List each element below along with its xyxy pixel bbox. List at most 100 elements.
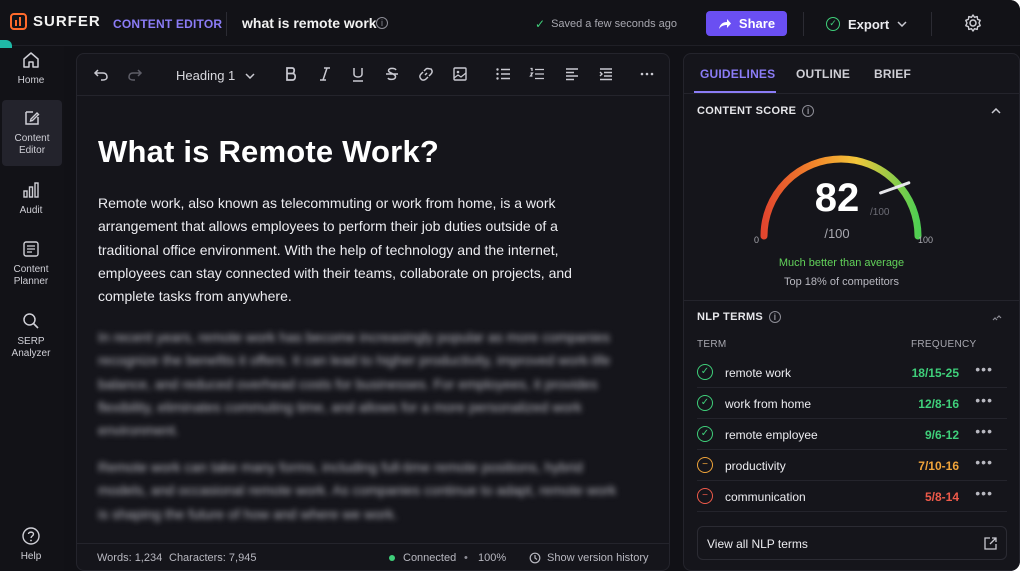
word-count: Words: 1,234 — [97, 552, 163, 564]
logo-text: SURFER — [33, 13, 101, 30]
divider — [803, 12, 804, 36]
share-button[interactable]: Share — [706, 11, 787, 36]
info-icon[interactable]: i — [769, 311, 782, 323]
nlp-term-name: remote employee — [725, 428, 818, 442]
view-all-label: View all NLP terms — [707, 537, 808, 551]
numbered-list-icon[interactable] — [529, 66, 545, 82]
nav-item-serp-analyzer[interactable]: SERP Analyzer — [0, 311, 62, 363]
more-icon[interactable]: ••• — [975, 361, 993, 377]
panel-tabs: GUIDELINES OUTLINE BRIEF — [684, 54, 1019, 94]
chevron-down-icon — [245, 72, 255, 79]
nav-label: Help — [20, 551, 42, 562]
external-link-icon — [984, 537, 997, 550]
info-icon[interactable]: i — [802, 105, 815, 117]
editor-status-bar: Words: 1,234 Characters: 7,945 Connected… — [77, 543, 669, 570]
gauge-min-label: 0 — [754, 235, 760, 245]
editor-toolbar: Heading 1 — [77, 54, 669, 96]
image-icon[interactable] — [452, 66, 468, 82]
column-header-term: TERM — [697, 339, 727, 350]
nlp-term-frequency: 5/8-14 — [924, 490, 959, 504]
surfer-logo[interactable]: SURFER — [10, 13, 101, 30]
version-history-label: Show version history — [547, 552, 649, 564]
view-all-nlp-terms-button[interactable]: View all NLP terms — [697, 526, 1007, 560]
more-icon[interactable]: ••• — [975, 485, 993, 501]
nlp-term-frequency: 7/10-16 — [918, 459, 959, 473]
version-history-link[interactable]: Show version history — [529, 552, 649, 564]
more-icon[interactable]: ••• — [975, 423, 993, 439]
nav-label: Content Planner — [13, 264, 49, 287]
divider — [931, 12, 932, 36]
nlp-term-row[interactable]: ✓ work from home 12/8-16 ••• — [697, 388, 1007, 419]
tab-brief[interactable]: BRIEF — [874, 67, 911, 81]
nav-label: Audit — [19, 205, 43, 216]
history-icon — [529, 552, 541, 564]
nav-item-help[interactable]: Help — [0, 526, 62, 566]
strikethrough-icon[interactable] — [384, 66, 400, 82]
link-icon[interactable] — [418, 66, 434, 82]
heading-select[interactable]: Heading 1 — [176, 68, 255, 83]
nav-item-content-planner[interactable]: Content Planner — [0, 239, 62, 291]
collapse-icon[interactable] — [992, 315, 1002, 321]
corner-accent — [0, 40, 12, 48]
check-circle-icon: ✓ — [826, 17, 840, 31]
paragraph-blurred[interactable]: Remote work can take many forms, includi… — [98, 456, 618, 526]
nav-label: Content Editor — [14, 133, 50, 156]
nlp-term-row[interactable]: − communication 5/8-14 ••• — [697, 481, 1007, 512]
nav-item-home[interactable]: Home — [0, 50, 62, 96]
top-bar: SURFER CONTENT EDITOR what is remote wor… — [0, 0, 1020, 46]
document-title[interactable]: what is remote work — [242, 15, 377, 31]
guidelines-panel: GUIDELINES OUTLINE BRIEF CONTENT SCORE i… — [683, 53, 1020, 571]
underline-icon[interactable] — [350, 66, 366, 82]
editor-panel: Heading 1 What is Remote Work? Remote wo… — [76, 53, 670, 571]
search-icon — [23, 313, 39, 329]
italic-icon[interactable] — [317, 66, 333, 82]
nlp-term-row[interactable]: ✓ remote employee 9/6-12 ••• — [697, 419, 1007, 450]
nav-item-audit[interactable]: Audit — [0, 180, 62, 220]
nlp-term-row[interactable]: − productivity 7/10-16 ••• — [697, 450, 1007, 481]
connection-label: Connected — [403, 552, 457, 564]
check-circle-icon: ✓ — [697, 364, 713, 380]
edit-icon — [25, 111, 40, 125]
heading-select-value: Heading 1 — [176, 68, 236, 83]
tab-guidelines[interactable]: GUIDELINES — [700, 67, 775, 81]
document-heading[interactable]: What is Remote Work? — [98, 134, 439, 170]
bold-icon[interactable] — [283, 66, 299, 82]
align-left-icon[interactable] — [564, 66, 580, 82]
separator-dot: • — [464, 552, 468, 564]
more-icon[interactable] — [639, 66, 655, 82]
bar-chart-icon — [23, 182, 39, 198]
content-score-title: CONTENT SCORE i — [697, 105, 815, 117]
score-denominator-ghost: /100 — [870, 207, 890, 218]
help-icon — [22, 527, 40, 545]
nlp-term-name: communication — [725, 490, 806, 504]
column-header-frequency: FREQUENCY — [911, 339, 977, 350]
save-status-text: Saved a few seconds ago — [551, 18, 678, 30]
connection-status: Connected — [389, 552, 456, 564]
bullet-list-icon[interactable] — [495, 66, 511, 82]
nav-item-content-editor[interactable]: Content Editor — [2, 100, 62, 166]
chevron-up-icon[interactable] — [991, 108, 1001, 114]
gear-icon[interactable] — [963, 13, 983, 33]
nlp-term-name: productivity — [725, 459, 786, 473]
tab-outline[interactable]: OUTLINE — [796, 67, 850, 81]
info-icon[interactable]: i — [376, 17, 388, 29]
share-label: Share — [738, 16, 776, 31]
left-nav: Home Content Editor Audit Content Planne… — [0, 46, 64, 571]
nlp-term-row[interactable]: ✓ remote work 18/15-25 ••• — [697, 357, 1007, 388]
zoom-level[interactable]: 100% — [478, 552, 506, 564]
section-label: CONTENT EDITOR — [113, 17, 223, 31]
more-icon[interactable]: ••• — [975, 392, 993, 408]
redo-icon[interactable] — [127, 66, 143, 82]
paragraph[interactable]: Remote work, also known as telecommuting… — [98, 192, 618, 308]
paragraph-blurred[interactable]: In recent years, remote work has become … — [98, 326, 618, 442]
indent-icon[interactable] — [598, 66, 614, 82]
export-button[interactable]: ✓ Export — [826, 12, 907, 36]
check-circle-icon: ✓ — [697, 395, 713, 411]
nlp-terms-title: NLP TERMS i — [697, 311, 782, 323]
check-icon: ✓ — [535, 17, 546, 31]
nlp-term-frequency: 12/8-16 — [918, 397, 959, 411]
undo-icon[interactable] — [93, 66, 109, 82]
more-icon[interactable]: ••• — [975, 454, 993, 470]
character-count: Characters: 7,945 — [169, 552, 257, 564]
planner-icon — [23, 241, 39, 257]
